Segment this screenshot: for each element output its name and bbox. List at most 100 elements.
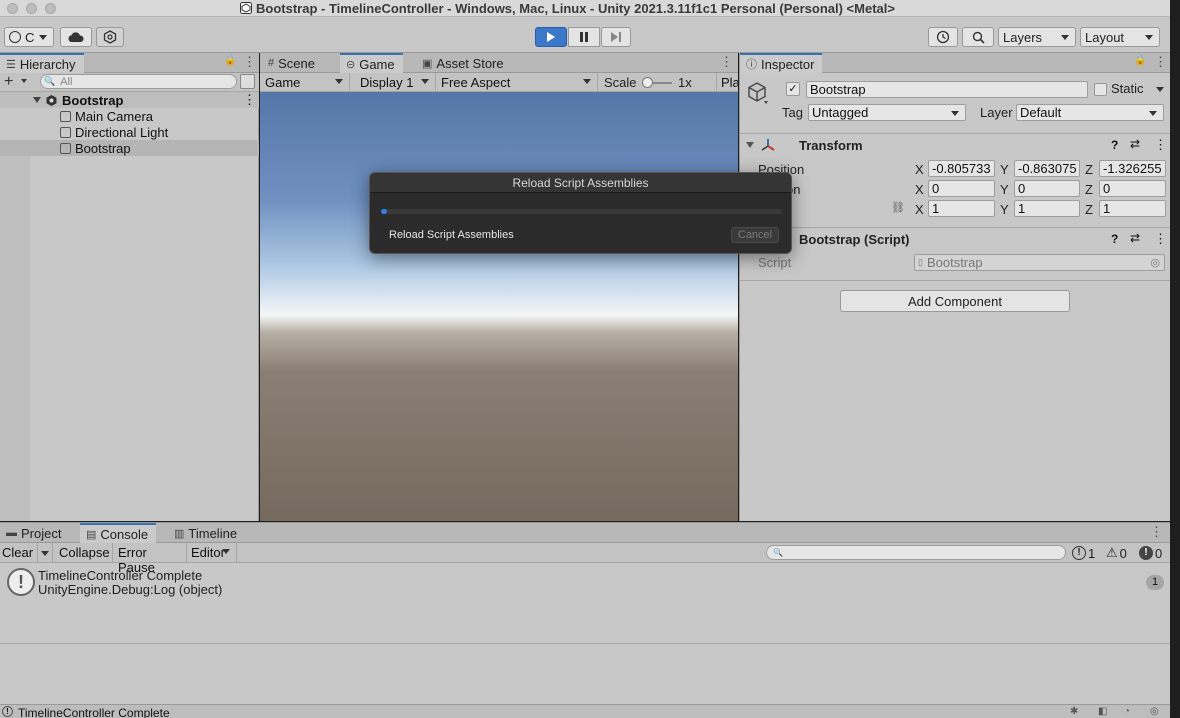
step-button[interactable] [601,27,631,47]
display-dropdown[interactable]: Display 1 [351,73,436,92]
layers-dropdown[interactable]: Layers [998,27,1076,47]
hierarchy-item[interactable]: Directional Light [0,124,259,140]
active-checkbox[interactable]: ✓ [786,82,800,96]
object-name-input[interactable]: Bootstrap [806,81,1088,98]
hierarchy-search-input[interactable]: 🔍 All [40,74,237,89]
tab-scene[interactable]: # Scene [262,53,323,73]
layer-dropdown[interactable]: Default [1016,104,1164,121]
kebab-menu-icon[interactable]: ⋮ [1154,231,1167,247]
bug-report-icon[interactable]: ✱ [1070,706,1078,717]
cancel-button[interactable]: Cancel [731,227,779,243]
collapse-arrow-icon[interactable] [746,142,754,148]
play-button[interactable] [535,27,567,47]
pause-button[interactable] [568,27,600,47]
kebab-menu-icon[interactable]: ⋮ [243,92,256,108]
log-entry-count-badge: 1 [1146,575,1164,590]
rotation-z-field[interactable]: 0 [1099,180,1166,197]
error-pause-button[interactable]: Error Pause [114,543,187,575]
editor-dropdown[interactable]: Editor [187,543,237,563]
collapse-button[interactable]: Collapse [54,543,113,563]
console-search-input[interactable]: 🔍 [766,545,1066,560]
close-window-button[interactable] [7,3,18,14]
chevron-down-icon[interactable] [21,79,27,83]
tab-project[interactable]: ▬ Project [0,523,69,543]
help-icon[interactable]: ? [1111,232,1118,246]
progress-spinner-icon[interactable]: ◔ [1124,706,1130,717]
help-icon[interactable]: ? [1111,138,1118,152]
unity-scene-icon [46,94,57,106]
progress-bar [381,209,782,214]
presets-icon[interactable]: ⇄ [1130,231,1140,245]
position-y-field[interactable]: -0.863075 [1014,160,1080,177]
hierarchy-item-selected[interactable]: Bootstrap [0,140,259,156]
clear-options-dropdown[interactable] [38,543,53,563]
rotation-x-field[interactable]: 0 [928,180,995,197]
bag-icon: ▣ [422,57,433,70]
aspect-dropdown[interactable]: Free Aspect [437,73,598,92]
kebab-menu-icon[interactable]: ⋮ [1150,524,1163,540]
inspector-panel: ⓘ Inspector 🔒 ⋮ ✓ Bootstrap Static Tag U… [739,53,1171,521]
tag-dropdown[interactable]: Untagged [808,104,966,121]
tab-hierarchy[interactable]: ☰ Hierarchy [0,53,84,73]
warning-count-toggle[interactable]: ⚠ 0 [1106,544,1127,562]
expand-arrow-icon[interactable] [33,97,41,103]
collab-icon [103,30,117,44]
minimize-window-button[interactable] [26,3,37,14]
status-message[interactable]: TimelineController Complete [18,706,170,718]
log-count-toggle[interactable]: ! 1 [1072,544,1095,562]
axis-x-label: X [915,202,924,217]
add-component-button[interactable]: Add Component [840,290,1070,312]
history-button[interactable] [928,27,958,47]
status-bar: ! TimelineController Complete ✱ ◧ ◔ ◎ [0,704,1170,718]
error-count-toggle[interactable]: ! 0 [1139,544,1162,562]
scale-y-field[interactable]: 1 [1014,200,1080,217]
add-icon[interactable]: + [4,73,13,91]
tab-game[interactable]: ⊝ Game [340,53,403,73]
scale-z-field[interactable]: 1 [1099,200,1166,217]
axis-y-label: Y [1000,162,1009,177]
script-object-field[interactable]: ▯ Bootstrap ◎ [914,254,1165,271]
position-z-field[interactable]: -1.326255 [1099,160,1166,177]
lock-icon[interactable]: 🔒 [224,55,236,66]
constrain-link-icon[interactable]: ⛓ [891,201,905,214]
debug-mode-icon[interactable]: ◎ [1150,706,1159,717]
tab-inspector[interactable]: ⓘ Inspector [740,53,823,73]
console-toolbar: Clear Collapse Error Pause Editor 🔍 ! 1 … [0,543,1170,575]
cache-server-icon[interactable]: ◧ [1098,706,1107,717]
kebab-menu-icon[interactable]: ⋮ [1154,137,1167,153]
script-component-header[interactable]: Bootstrap (Script) ? ⇄ ⋮ [740,227,1171,249]
scene-visibility-icon[interactable] [240,74,255,89]
hierarchy-item[interactable]: Main Camera [0,108,259,124]
tab-timeline[interactable]: ▥ Timeline [168,523,245,543]
tab-asset-store[interactable]: ▣ Asset Store [416,53,512,73]
collab-button[interactable] [96,27,124,47]
game-mode-dropdown[interactable]: Game [260,73,350,92]
game-viewport[interactable] [260,92,738,521]
transform-header[interactable]: Transform ? ⇄ ⋮ [740,133,1171,155]
account-dropdown[interactable]: C [4,27,54,47]
scale-slider-thumb[interactable] [642,77,653,88]
tab-console[interactable]: ▤ Console [80,523,157,543]
object-picker-icon[interactable]: ◎ [1150,256,1160,269]
rotation-y-field[interactable]: 0 [1014,180,1080,197]
lock-icon[interactable]: 🔒 [1134,55,1146,66]
chevron-down-icon[interactable] [1156,87,1164,92]
kebab-menu-icon[interactable]: ⋮ [243,54,256,70]
scale-x-field[interactable]: 1 [928,200,995,217]
cloud-button[interactable] [60,27,92,47]
console-split-divider[interactable] [0,643,1170,644]
clear-button[interactable]: Clear [0,543,38,563]
position-x-field[interactable]: -0.805733 [928,160,995,177]
static-checkbox[interactable] [1094,83,1107,96]
console-log-entry[interactable]: ! TimelineController Complete UnityEngin… [0,564,1170,602]
kebab-menu-icon[interactable]: ⋮ [1154,54,1167,70]
scale-value: 1x [678,75,692,90]
play-focused-dropdown[interactable]: Pla [716,73,738,92]
axis-x-label: X [915,182,924,197]
presets-icon[interactable]: ⇄ [1130,137,1140,151]
scene-row[interactable]: Bootstrap ⋮ [0,92,259,108]
zoom-window-button[interactable] [45,3,56,14]
layout-dropdown[interactable]: Layout [1080,27,1160,47]
kebab-menu-icon[interactable]: ⋮ [720,54,733,70]
search-button[interactable] [962,27,994,47]
